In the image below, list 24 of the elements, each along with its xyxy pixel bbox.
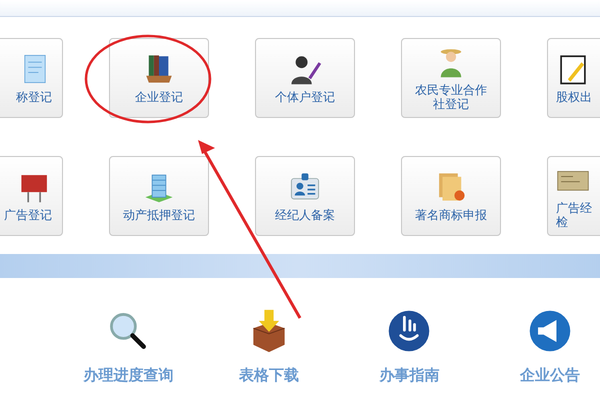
service-tile[interactable]: 企业登记 [109, 38, 209, 118]
service-tile[interactable]: 动产抵押登记 [109, 156, 209, 236]
service-tile[interactable]: 个体户登记 [255, 38, 355, 118]
tile-label: 称登记 [16, 90, 52, 104]
service-tile[interactable]: 农民专业合作社登记 [401, 38, 501, 118]
service-link[interactable]: 企业公告 [520, 366, 580, 385]
tile-label: 经纪人备案 [275, 208, 335, 222]
service-tile[interactable]: 广告经检 [547, 156, 600, 236]
tile-label: 广告经检 [556, 200, 593, 230]
tile-label: 著名商标申报 [415, 208, 487, 222]
tile-label: 广告登记 [4, 208, 52, 222]
tile-label: 个体户登记 [275, 90, 335, 104]
tile-label: 农民专业合作社登记 [414, 82, 488, 112]
service-link[interactable]: 办理进度查询 [83, 366, 174, 385]
service-tile[interactable]: 广告登记 [0, 156, 63, 236]
service-tile[interactable]: 称登记 [0, 38, 63, 118]
service-link[interactable]: 表格下载 [238, 366, 299, 385]
service-tile[interactable]: 经纪人备案 [255, 156, 355, 236]
service-link[interactable]: 办事指南 [379, 366, 440, 385]
service-tile[interactable]: 股权出 [547, 38, 600, 118]
tile-label: 企业登记 [135, 90, 183, 104]
tile-label: 动产抵押登记 [123, 208, 195, 222]
service-tile[interactable]: 著名商标申报 [401, 156, 501, 236]
tile-label: 股权出 [556, 90, 592, 104]
